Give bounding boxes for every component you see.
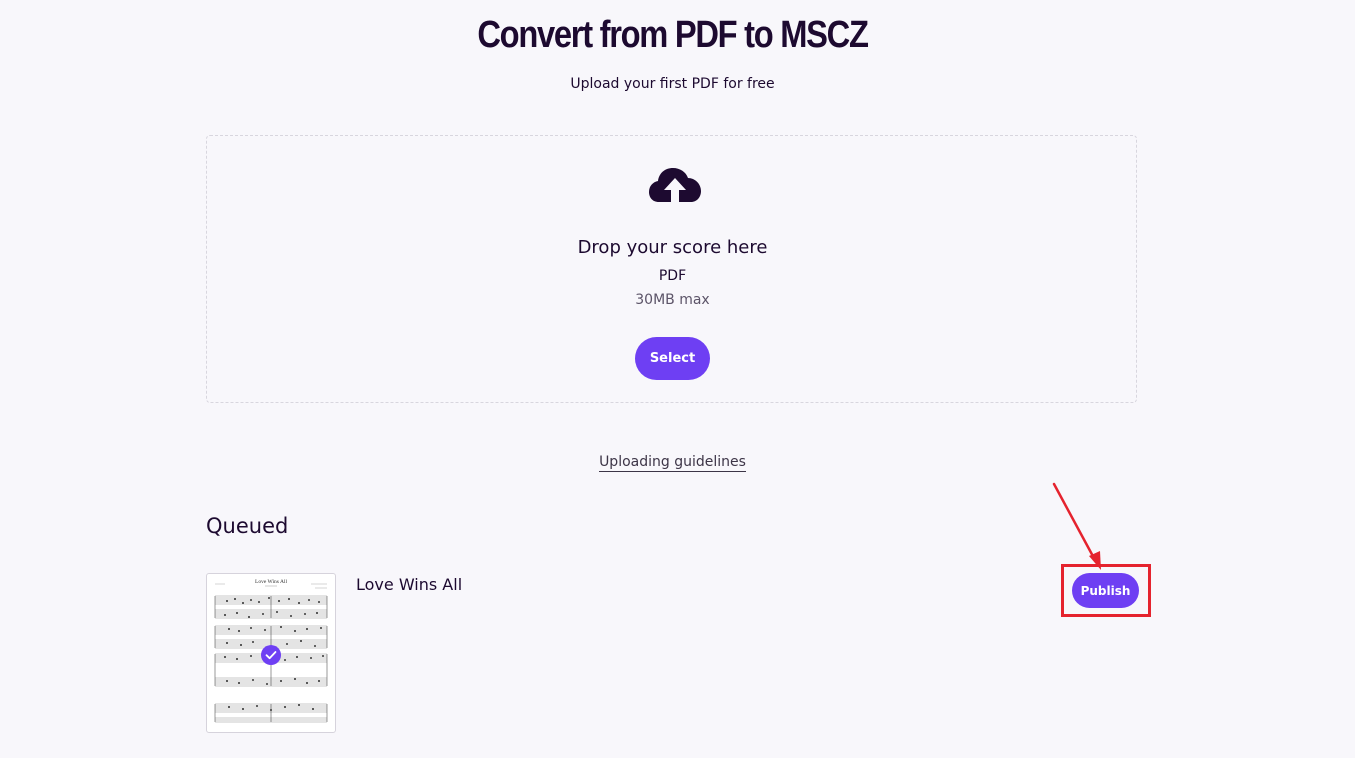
check-icon <box>261 645 281 665</box>
thumbnail-title: Love Wins All <box>255 579 288 585</box>
page: Convert from PDF to MSCZ Upload your fir… <box>0 0 1355 758</box>
select-file-button[interactable]: Select <box>635 337 710 380</box>
max-file-size: 30MB max <box>635 292 710 308</box>
uploading-guidelines-link[interactable]: Uploading guidelines <box>599 454 746 472</box>
guidelines-link-wrapper: Uploading guidelines <box>0 454 1345 472</box>
page-title: Convert from PDF to MSCZ <box>477 14 869 56</box>
cloud-upload-icon <box>649 166 701 204</box>
score-title: Love Wins All <box>356 575 463 594</box>
upload-dropzone[interactable]: Drop your score here PDF 30MB max Select <box>206 135 1137 403</box>
dropzone-heading: Drop your score here <box>577 237 768 258</box>
page-subtitle: Upload your first PDF for free <box>570 76 775 92</box>
score-thumbnail[interactable]: Love Wins All <box>206 573 336 733</box>
queued-heading: Queued <box>206 514 289 538</box>
annotation-arrow-icon <box>1052 482 1101 570</box>
accepted-format: PDF <box>658 268 687 284</box>
publish-button[interactable]: Publish <box>1072 573 1139 608</box>
